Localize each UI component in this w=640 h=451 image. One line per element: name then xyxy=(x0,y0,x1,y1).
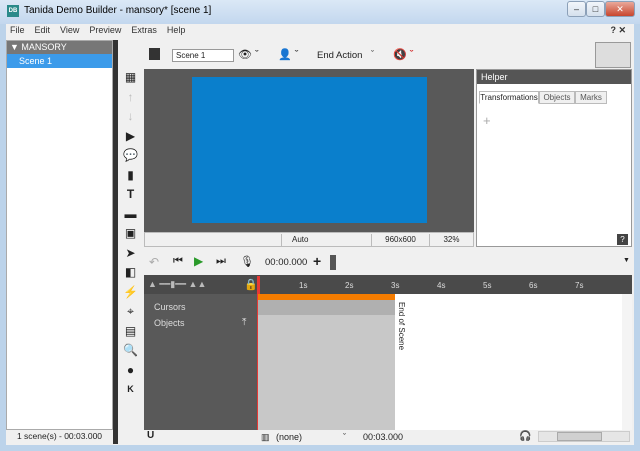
flash-icon[interactable]: ⚡ xyxy=(118,283,143,303)
canvas[interactable] xyxy=(192,77,427,223)
video-icon[interactable]: ▤ xyxy=(118,322,143,342)
zoom-slider[interactable]: ▲ ━━▮━━ ▲▲ xyxy=(148,279,206,290)
playhead[interactable] xyxy=(257,276,260,294)
headphones-icon[interactable]: 🎧 xyxy=(519,431,531,442)
menu-bar: File Edit View Preview Extras Help ? ✕ xyxy=(6,25,634,39)
mute-icon[interactable]: 🔇 ˇ xyxy=(393,48,413,61)
resolution: 960x600 xyxy=(371,234,429,246)
button-icon[interactable]: ◧ xyxy=(118,263,143,283)
scroll-thumb[interactable] xyxy=(557,432,602,441)
close-button[interactable]: ✕ xyxy=(605,1,635,17)
tab-transformations[interactable]: Transformations xyxy=(479,91,539,104)
page-icon[interactable]: ▮ xyxy=(118,166,143,186)
help-button[interactable]: ? xyxy=(617,234,628,245)
helper-panel: Helper Transformations Objects Marks + ? xyxy=(476,69,632,247)
minimize-button[interactable]: – xyxy=(567,1,586,17)
tick-label: 2s xyxy=(345,281,354,290)
zoom-icon[interactable]: 🔍 xyxy=(118,341,143,361)
tool-column: ▦ ↑ ↓ ▶ 💬 ▮ T ▬ ▣ ➤ ◧ ⚡ ⌖ ▤ 🔍 ● K xyxy=(118,68,143,430)
tick-label: 6s xyxy=(529,281,538,290)
chevron-down-icon[interactable]: ˇ xyxy=(343,432,346,442)
marker-icon[interactable] xyxy=(330,255,336,270)
timeline-area[interactable]: End of Scene xyxy=(257,294,632,430)
helper-title: Helper xyxy=(477,70,631,84)
magnet-icon[interactable]: U xyxy=(147,430,154,441)
menu-view[interactable]: View xyxy=(60,25,79,35)
text-icon[interactable]: T xyxy=(118,185,143,205)
arrow-up-icon[interactable]: ↑ xyxy=(118,88,143,108)
end-action-select[interactable]: End Action xyxy=(317,50,362,61)
add-button[interactable]: + xyxy=(483,113,491,128)
stage-status-bar: Auto 960x600 32% xyxy=(144,232,474,247)
track-labels: Cursors Objects ⤒ xyxy=(144,294,257,430)
cursor-icon[interactable]: ➤ xyxy=(118,244,143,264)
layout-toggle[interactable] xyxy=(595,42,631,68)
tick-label: 5s xyxy=(483,281,492,290)
scene-item[interactable]: Scene 1 xyxy=(7,54,112,68)
tab-objects[interactable]: Objects xyxy=(539,91,575,104)
skip-start-icon[interactable]: ⏮ xyxy=(173,255,183,268)
menu-file[interactable]: File xyxy=(10,25,25,35)
project-status: 1 scene(s) - 00:03.000 xyxy=(16,431,103,441)
auto-label[interactable]: Auto xyxy=(281,234,371,246)
app-icon: DB xyxy=(7,5,19,17)
microphone-icon[interactable]: 🎙 xyxy=(240,255,254,268)
menu-preview[interactable]: Preview xyxy=(89,25,121,35)
menu-help[interactable]: Help xyxy=(167,25,186,35)
end-of-scene-label: End of Scene xyxy=(397,302,406,351)
time-display: 00:00.000 xyxy=(265,257,308,268)
play-scene-icon[interactable]: ▶ xyxy=(118,127,143,147)
user-icon[interactable]: 👤 ˇ xyxy=(278,48,298,61)
track-cursors[interactable]: Cursors xyxy=(154,302,186,312)
background-icon[interactable] xyxy=(149,48,160,60)
tick-label: 1s xyxy=(299,281,308,290)
key-icon[interactable]: K xyxy=(118,380,143,400)
undo-icon[interactable]: ↶ xyxy=(149,255,159,269)
maximize-button[interactable]: □ xyxy=(586,1,605,17)
window-title: Tanida Demo Builder - mansory* [scene 1] xyxy=(24,5,212,16)
tick-label: 3s xyxy=(391,281,400,290)
skip-end-icon[interactable]: ⏭ xyxy=(216,255,226,268)
dropdown-icon[interactable]: ▼ xyxy=(623,257,630,264)
lock-icon[interactable]: 🔒 xyxy=(244,278,258,291)
zoom-select[interactable]: 32% xyxy=(429,234,473,246)
audio-icon: ▥ xyxy=(261,432,270,442)
arrow-down-icon[interactable]: ↓ xyxy=(118,107,143,127)
layout-icon[interactable]: ▦ xyxy=(118,68,143,88)
upload-icon[interactable]: ⤒ xyxy=(242,317,246,328)
chevron-down-icon[interactable]: ˇ xyxy=(371,49,374,59)
cursor-track xyxy=(257,300,395,315)
eye-icon[interactable]: 👁 ˇ xyxy=(238,48,259,61)
audio-select[interactable]: (none) xyxy=(276,432,302,442)
tick-label: 7s xyxy=(575,281,584,290)
image-icon[interactable]: ▣ xyxy=(118,224,143,244)
tick-label: 4s xyxy=(437,281,446,290)
project-panel: ▼ MANSORY Scene 1 xyxy=(6,40,113,430)
menu-edit[interactable]: Edit xyxy=(35,25,51,35)
horizontal-scrollbar[interactable] xyxy=(538,431,630,442)
project-node[interactable]: ▼ MANSORY xyxy=(7,41,112,54)
hotspot-icon[interactable]: ⌖ xyxy=(118,302,143,322)
timeline-toolbar: ↶ ⏮ ▶ ⏭ 🎙 00:00.000 + ▼ xyxy=(143,250,633,274)
menu-extras[interactable]: Extras xyxy=(131,25,157,35)
vertical-scrollbar[interactable] xyxy=(622,294,632,430)
track-objects[interactable]: Objects xyxy=(154,318,185,328)
title-bar: DB Tanida Demo Builder - mansory* [scene… xyxy=(0,0,640,24)
add-marker-button[interactable]: + xyxy=(313,253,321,269)
tab-marks[interactable]: Marks xyxy=(575,91,607,104)
timeline-bottom-bar: U ▥ (none) ˇ 00:03.000 🎧 xyxy=(143,430,633,444)
rectangle-icon[interactable]: ▬ xyxy=(118,205,143,225)
timeline-ruler[interactable]: ▲ ━━▮━━ ▲▲ 🔒 1s 2s 3s 4s 5s 6s 7s xyxy=(144,275,632,294)
scene-name-input[interactable]: Scene 1 xyxy=(172,49,234,62)
help-close[interactable]: ? ✕ xyxy=(610,25,626,36)
play-icon[interactable]: ▶ xyxy=(194,254,203,268)
callout-icon[interactable]: 💬 xyxy=(118,146,143,166)
drop-icon[interactable]: ● xyxy=(118,361,143,381)
duration: 00:03.000 xyxy=(363,432,404,442)
playhead-line xyxy=(257,294,258,430)
